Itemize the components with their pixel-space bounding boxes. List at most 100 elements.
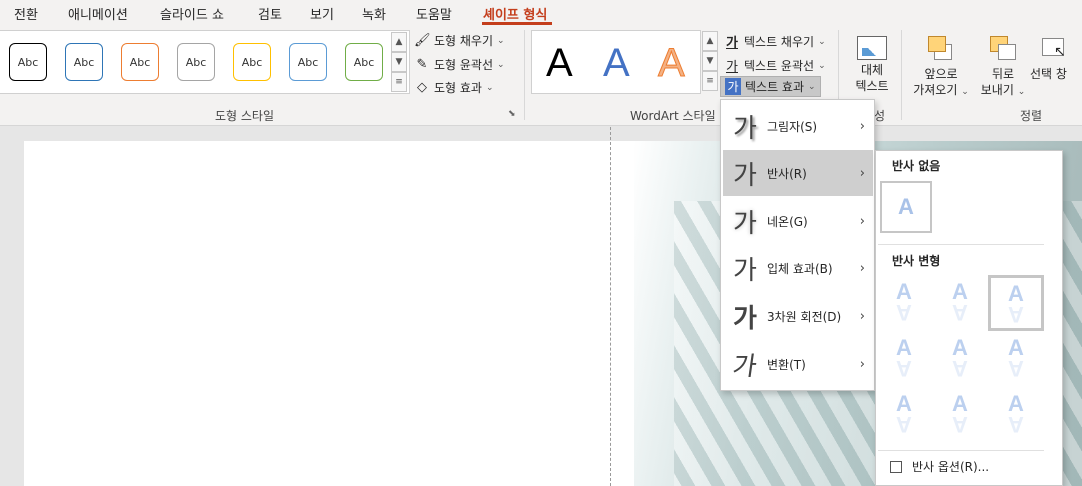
reflection-variation[interactable]: AA — [934, 387, 986, 439]
shape-fill-button[interactable]: 🖌 도형 채우기 ⌄ — [414, 32, 505, 49]
text-effects-icon: 가 — [725, 78, 741, 95]
shape-style-thumb[interactable]: Abc — [177, 43, 215, 81]
reflection-variations-header: 반사 변형 — [892, 254, 941, 268]
chevron-right-icon: › — [859, 213, 865, 229]
shape-style-thumb[interactable]: Abc — [289, 43, 327, 81]
shape-style-thumb[interactable]: Abc — [345, 43, 383, 81]
reflection-effect-icon: 가 — [733, 160, 757, 191]
shape-effects-button[interactable]: ◇ 도형 효과 ⌄ — [414, 79, 494, 96]
text-outline-button[interactable]: 가 텍스트 윤곽선 ⌄ — [724, 56, 826, 75]
text-fill-button[interactable]: 가 텍스트 채우기 ⌄ — [724, 32, 826, 51]
reflection-variation[interactable]: AA — [934, 275, 986, 327]
shape-outline-label: 도형 윤곽선 — [434, 58, 494, 72]
send-backward-label-2: 보내기 ⌄ — [980, 83, 1026, 97]
menu-item-shadow[interactable]: 가 그림자(S) › — [723, 103, 873, 149]
tab-record[interactable]: 녹화 — [362, 4, 386, 23]
wordart-style-blue[interactable]: A — [603, 41, 630, 86]
shape-style-thumb[interactable]: Abc — [9, 43, 47, 81]
text-effects-menu: 가 그림자(S) › 가 반사(R) › 가 네온(G) › 가 입체 효과(B… — [720, 99, 875, 391]
gallery-scroll-up-icon[interactable]: ▲ — [391, 32, 407, 52]
ribbon-tabs: 전환 애니메이션 슬라이드 쇼 검토 보기 녹화 도움말 셰이프 형식 — [0, 0, 1082, 26]
wordart-scroll-up-icon[interactable]: ▲ — [702, 31, 718, 51]
send-backward-icon — [988, 34, 1018, 62]
menu-item-transform[interactable]: 가 변환(T) › — [723, 341, 873, 387]
tab-slideshow[interactable]: 슬라이드 쇼 — [160, 4, 224, 23]
chevron-right-icon: › — [859, 356, 865, 372]
group-separator — [524, 30, 525, 120]
reflection-variation[interactable]: AA — [878, 275, 930, 327]
shape-outline-button[interactable]: ✎ 도형 윤곽선 ⌄ — [414, 56, 505, 73]
alt-text-label-1: 대체 — [860, 63, 884, 77]
no-reflection-sample: A — [898, 194, 914, 219]
gallery-scroll-down-icon[interactable]: ▼ — [391, 52, 407, 72]
chevron-down-icon: ⌄ — [818, 36, 826, 47]
group-label-wordart-styles: WordArt 스타일 — [630, 109, 716, 123]
tab-animations[interactable]: 애니메이션 — [68, 4, 128, 23]
text-fill-icon: 가 — [726, 36, 738, 51]
reflection-sample: AA — [1008, 391, 1024, 438]
reflection-options-label: 반사 옵션(R)... — [912, 460, 990, 474]
shape-style-thumb[interactable]: Abc — [121, 43, 159, 81]
paint-bucket-icon: 🖌 — [414, 33, 431, 48]
bring-forward-label-1: 앞으로 — [924, 67, 958, 81]
text-effects-button[interactable]: 가 텍스트 효과 ⌄ — [720, 76, 821, 97]
menu-item-3d-rotation[interactable]: 가 3차원 회전(D) › — [723, 293, 873, 339]
menu-item-bevel[interactable]: 가 입체 효과(B) › — [723, 245, 873, 291]
bevel-effect-icon: 가 — [733, 255, 757, 286]
chevron-down-icon: ⌄ — [497, 35, 505, 46]
chevron-right-icon: › — [859, 308, 865, 324]
tab-transitions[interactable]: 전환 — [14, 4, 38, 23]
reflection-sample: AA — [952, 335, 968, 382]
glow-effect-icon: 가 — [733, 208, 757, 239]
shadow-effect-icon: 가 — [733, 113, 757, 144]
reflection-sample: AA — [1008, 281, 1024, 328]
chevron-down-icon: ⌄ — [818, 60, 826, 71]
tab-view[interactable]: 보기 — [310, 4, 334, 23]
shape-style-thumb[interactable]: Abc — [65, 43, 103, 81]
chevron-right-icon: › — [859, 260, 865, 276]
group-label-arrange: 정렬 — [1020, 109, 1043, 123]
wordart-style-orange[interactable]: A — [658, 41, 686, 86]
send-backward-button[interactable]: 뒤로 보내기 ⌄ — [976, 34, 1030, 100]
tab-review[interactable]: 검토 — [258, 4, 282, 23]
chevron-down-icon: ⌄ — [485, 82, 494, 93]
reflection-variation[interactable]: AA — [934, 331, 986, 383]
dialog-launcher-icon[interactable]: ⬊ — [508, 109, 516, 119]
alt-text-button[interactable]: 대체 텍스트 — [850, 36, 894, 94]
selection-pane-icon: ↖ — [1040, 34, 1070, 62]
wordart-style-black[interactable]: A — [546, 41, 573, 86]
shape-style-thumb[interactable]: Abc — [233, 43, 271, 81]
reflection-variation[interactable]: AA — [878, 387, 930, 439]
reflection-variation[interactable]: AA — [878, 331, 930, 383]
group-separator — [901, 30, 902, 120]
menu-item-label: 3차원 회전(D) — [767, 309, 842, 324]
reflection-variation[interactable]: AA — [990, 387, 1042, 439]
reflection-variation-selected[interactable]: AA — [988, 275, 1044, 331]
submenu-divider — [878, 244, 1044, 245]
selection-pane-button[interactable]: ↖ 선택 창 — [1030, 34, 1082, 82]
transform-effect-icon: 가 — [730, 351, 759, 382]
menu-item-label: 변환(T) — [767, 357, 806, 372]
reflection-options-item[interactable]: 반사 옵션(R)... — [890, 458, 989, 475]
menu-item-label: 네온(G) — [767, 214, 808, 229]
slide-center-guide — [610, 127, 611, 486]
menu-item-reflection[interactable]: 가 반사(R) › — [723, 150, 873, 196]
reflection-sample: AA — [952, 279, 968, 326]
wordart-more-icon[interactable]: ≡ — [702, 71, 718, 91]
tab-help[interactable]: 도움말 — [416, 4, 452, 23]
tab-shape-format[interactable]: 셰이프 형식 — [483, 4, 547, 23]
gallery-more-icon[interactable]: ≡ — [391, 72, 407, 92]
shape-effects-icon: ◇ — [417, 80, 427, 95]
ribbon: Abc Abc Abc Abc Abc Abc Abc ▲ ▼ ≡ 🖌 도형 채… — [0, 26, 1082, 126]
menu-item-glow[interactable]: 가 네온(G) › — [723, 198, 873, 244]
wordart-scroll-down-icon[interactable]: ▼ — [702, 51, 718, 71]
3d-rotation-effect-icon: 가 — [733, 303, 757, 334]
shape-effects-label: 도형 효과 — [434, 81, 482, 95]
bring-forward-button[interactable]: 앞으로 가져오기 ⌄ — [908, 34, 974, 100]
bring-forward-icon — [926, 34, 956, 62]
chevron-right-icon: › — [859, 118, 865, 134]
no-reflection-option[interactable]: A — [880, 181, 932, 233]
submenu-divider — [878, 450, 1044, 451]
menu-item-label: 입체 효과(B) — [767, 261, 833, 276]
reflection-variation[interactable]: AA — [990, 331, 1042, 383]
